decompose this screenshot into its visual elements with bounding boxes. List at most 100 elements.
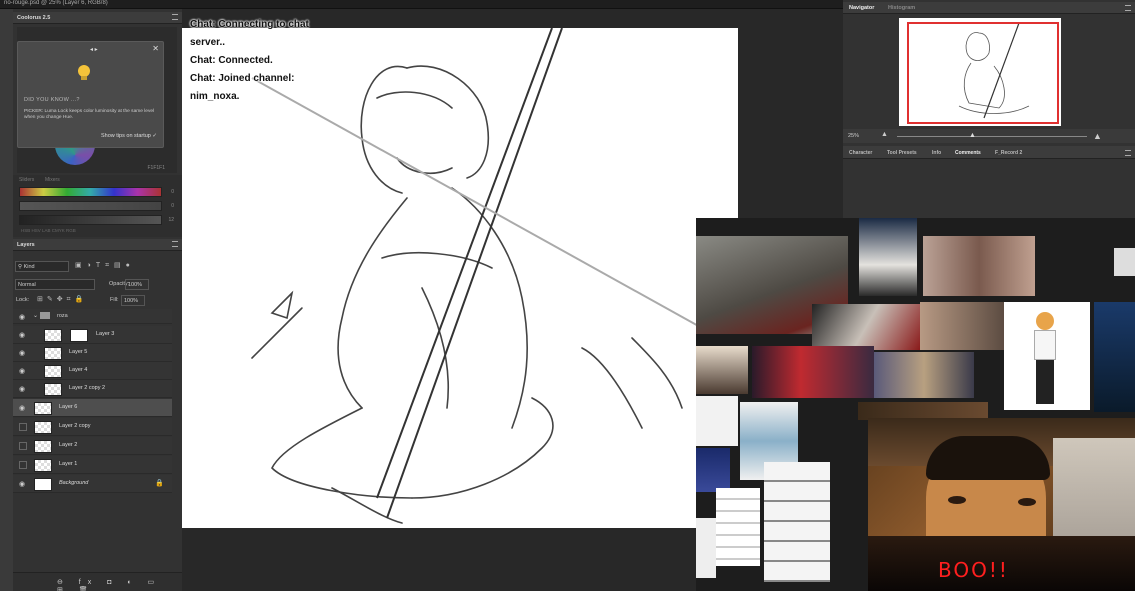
layer-mask-thumbnail[interactable] [70,329,88,342]
reference-image [1094,302,1135,412]
tip-popup: ◂ ▸ ✕ DID YOU KNOW ...? PICKER: Luma Loc… [17,41,164,148]
panel-menu-icon[interactable] [1125,5,1131,11]
webcam-overlay: BOO!! [868,418,1135,591]
reference-image [874,352,974,398]
tab-info[interactable]: Info [932,150,941,156]
lock-icons[interactable]: ⊞✎✥⌗🔒 [37,295,87,304]
tab-navigator[interactable]: Navigator [849,5,874,11]
document-tab-title[interactable]: no-rouge.psd @ 25% (Layer 6, RGB/8) [4,0,108,6]
fill-input[interactable]: 100% [121,295,145,306]
fill-label: Fill: [110,297,119,303]
layer-row[interactable]: ◉ Background 🔒 [13,475,172,493]
chat-line: Chat: Joined channel: [190,73,295,84]
layer-row[interactable]: Layer 2 [13,437,172,455]
layer-thumbnail [44,365,62,378]
panel-menu-icon[interactable] [172,241,178,247]
eye-icon[interactable]: ◉ [19,385,25,393]
saturation-slider[interactable] [19,201,162,211]
reference-image [716,488,760,566]
tab-f-record[interactable]: F_Record 2 [995,150,1022,156]
layer-row[interactable]: ◉ Layer 6 [13,399,172,417]
close-icon[interactable]: ✕ [152,44,159,53]
layer-name: Layer 2 copy 2 [69,385,106,391]
show-tips-toggle[interactable]: Show tips on startup ✓ [101,133,157,139]
hex-value: F1F1F1 [147,165,165,171]
color-mode-tabs[interactable]: HSB HSV LAB CMYK RGB [21,228,76,233]
layers-panel-header[interactable]: Layers [13,239,182,251]
tip-heading: DID YOU KNOW ...? [24,97,80,103]
layer-row[interactable]: Layer 2 copy [13,418,172,436]
layer-thumbnail [44,383,62,396]
layer-thumbnail [44,329,62,342]
zoom-slider-thumb[interactable]: ▲ [969,132,976,139]
layer-group-row[interactable]: ◉ ⌄ roza [13,309,172,324]
eye-icon[interactable]: ◉ [19,313,25,321]
tab-tool-presets[interactable]: Tool Presets [887,150,917,156]
tab-sliders[interactable]: Sliders [19,177,34,183]
coolorus-panel-header[interactable]: Coolorus 2.5 [13,12,182,24]
layer-name: Layer 6 [59,404,78,410]
layer-row[interactable]: Layer 1 [13,456,172,474]
lock-icon[interactable]: 🔒 [155,479,164,487]
lock-label: Lock: [16,297,30,303]
boo-caption: BOO!! [938,558,1009,582]
checkmark-icon[interactable]: ✓ [152,133,157,139]
zoom-row: 25% ▲ ▲ ▲ [843,129,1135,143]
reference-image [920,302,1006,350]
opacity-input[interactable]: 100% [125,279,149,290]
eye-icon[interactable]: ◉ [19,367,25,375]
zoom-slider[interactable] [897,136,1087,137]
tip-body: PICKER: Luma Lock keeps color luminosity… [24,109,155,120]
eye-icon[interactable]: ◉ [19,480,25,488]
layer-action-icons[interactable]: ⊖ fx ◘ ◐ ▭ ⊞ 🗑 [57,578,182,591]
chat-line: nim_noxa. [190,91,240,102]
layer-filter-select[interactable]: ⚲ Kind [15,261,69,272]
tab-comments[interactable]: Comments [955,150,981,156]
tab-character[interactable]: Character [849,150,872,156]
zoom-out-icon[interactable]: ▲ [881,131,888,138]
navigator-view-box[interactable] [907,22,1059,124]
eye-icon [948,496,966,504]
tab-histogram[interactable]: Histogram [888,5,915,11]
layer-filter-icons[interactable]: ▣◑T⌗▤● [75,261,135,270]
layer-row[interactable]: ◉ Layer 5 [13,344,172,362]
layer-filter-value: Kind [23,264,35,270]
eye-icon[interactable] [19,442,27,450]
reference-image [923,236,1035,296]
tab-mixers[interactable]: Mixers [45,177,60,183]
slider-value-3: 12 [168,217,174,223]
layer-name: Layer 1 [59,461,78,467]
eye-icon[interactable]: ◉ [19,331,25,339]
color-wheel[interactable] [55,145,95,165]
reference-image [696,396,738,446]
layer-row[interactable]: ◉ Layer 3 [13,326,172,344]
layer-row[interactable]: ◉ Layer 4 [13,362,172,380]
reference-image [764,462,830,582]
tip-nav-arrows[interactable]: ◂ ▸ [90,46,98,53]
chat-line: Chat: Connecting to chat server.. [190,19,309,48]
info-tabs: Character Tool Presets Info Comments F_R… [843,146,1135,159]
layer-thumbnail [34,421,52,434]
eye-icon[interactable]: ◉ [19,404,25,412]
layer-row[interactable]: ◉ Layer 2 copy 2 [13,380,172,398]
reference-image [859,218,917,296]
reference-image [812,304,920,350]
navigator-header[interactable]: Navigator Histogram [843,2,1135,14]
blend-mode-select[interactable]: Normal [15,279,95,290]
chevron-down-icon[interactable]: ⌄ [33,312,38,319]
chat-line: Chat: Connected. [190,55,273,66]
zoom-value[interactable]: 25% [848,133,859,139]
layer-name: Layer 2 [59,442,78,448]
layer-name: Background [59,480,89,486]
hue-slider[interactable] [19,187,162,197]
panel-menu-icon[interactable] [1125,150,1131,156]
chat-overlay: Chat: Connecting to chat server.. Chat: … [190,16,330,106]
eye-icon[interactable] [19,461,27,469]
panel-menu-icon[interactable] [172,14,178,20]
slider-value-1: 0 [171,189,174,195]
layer-thumbnail [44,347,62,360]
brightness-slider[interactable] [19,215,162,225]
eye-icon[interactable]: ◉ [19,349,25,357]
zoom-in-icon[interactable]: ▲ [1093,131,1102,141]
eye-icon[interactable] [19,423,27,431]
